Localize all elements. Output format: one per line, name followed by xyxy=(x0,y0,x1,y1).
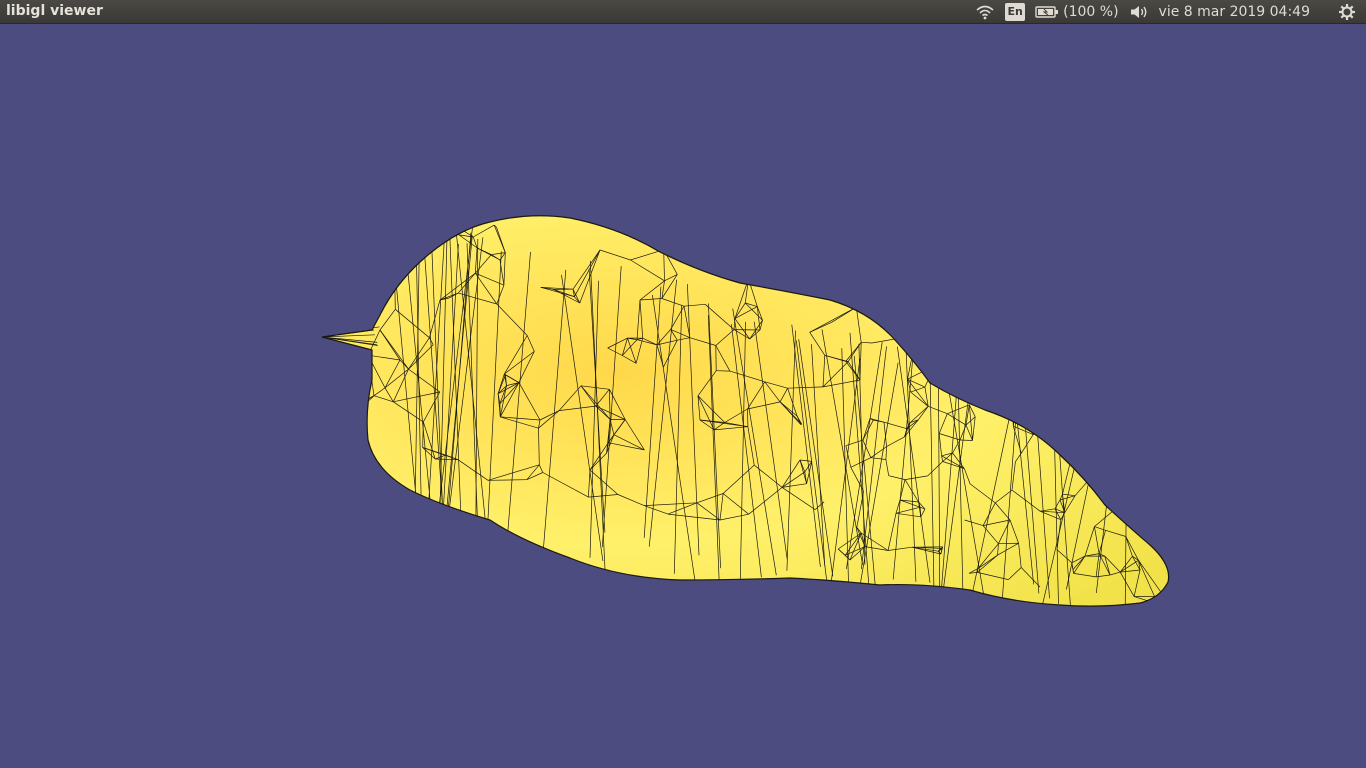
indicator-area: En (100 %) vie 8 mar 2019 04:49 xyxy=(975,0,1366,24)
clock-indicator[interactable]: vie 8 mar 2019 04:49 xyxy=(1159,0,1328,24)
wifi-icon xyxy=(976,5,994,20)
volume-icon xyxy=(1130,6,1146,18)
session-indicator[interactable] xyxy=(1338,0,1356,24)
date-time: vie 8 mar 2019 04:49 xyxy=(1158,4,1310,20)
sound-indicator[interactable] xyxy=(1129,0,1149,24)
battery-percentage: (100 %) xyxy=(1063,4,1119,20)
battery-icon xyxy=(1035,6,1059,18)
mesh-render xyxy=(321,215,1170,607)
window-title: libigl viewer xyxy=(6,3,103,19)
gear-icon xyxy=(1339,4,1355,20)
3d-viewport[interactable] xyxy=(0,25,1366,768)
wifi-indicator[interactable] xyxy=(975,0,995,24)
top-panel: libigl viewer En (100 %) vie 8 mar 2019 … xyxy=(0,0,1366,24)
language-badge: En xyxy=(1005,3,1026,21)
keyboard-layout-indicator[interactable]: En xyxy=(1005,0,1026,24)
battery-indicator[interactable]: (100 %) xyxy=(1035,0,1119,24)
